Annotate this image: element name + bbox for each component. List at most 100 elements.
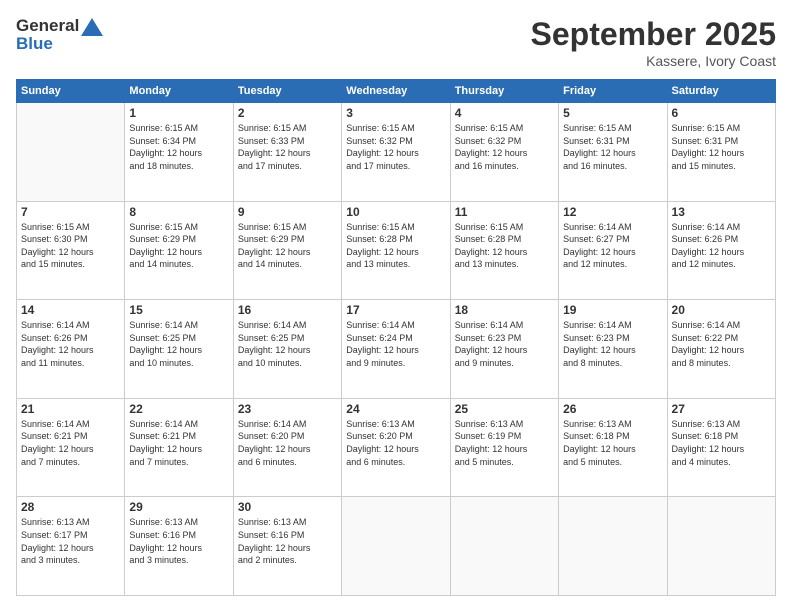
- day-cell: 14 Sunrise: 6:14 AMSunset: 6:26 PMDayligh…: [17, 300, 125, 399]
- day-cell: 30 Sunrise: 6:13 AMSunset: 6:16 PMDayligh…: [233, 497, 341, 596]
- weekday-header-monday: Monday: [125, 80, 233, 103]
- day-number: 18: [455, 303, 554, 317]
- weekday-header-thursday: Thursday: [450, 80, 558, 103]
- day-info: Sunrise: 6:15 AMSunset: 6:31 PMDaylight:…: [563, 122, 662, 172]
- day-cell: 16 Sunrise: 6:14 AMSunset: 6:25 PMDayligh…: [233, 300, 341, 399]
- day-number: 5: [563, 106, 662, 120]
- day-cell: 10 Sunrise: 6:15 AMSunset: 6:28 PMDayligh…: [342, 201, 450, 300]
- day-cell: 11 Sunrise: 6:15 AMSunset: 6:28 PMDayligh…: [450, 201, 558, 300]
- day-number: 11: [455, 205, 554, 219]
- day-number: 15: [129, 303, 228, 317]
- day-info: Sunrise: 6:14 AMSunset: 6:22 PMDaylight:…: [672, 319, 771, 369]
- weekday-header-saturday: Saturday: [667, 80, 775, 103]
- day-number: 27: [672, 402, 771, 416]
- day-cell: 25Sunrise: 6:13 AMSunset: 6:19 PMDayligh…: [450, 398, 558, 497]
- day-info: Sunrise: 6:14 AMSunset: 6:26 PMDaylight:…: [21, 319, 120, 369]
- day-number: 22: [129, 402, 228, 416]
- day-info: Sunrise: 6:15 AMSunset: 6:28 PMDaylight:…: [455, 221, 554, 271]
- day-number: 16: [238, 303, 337, 317]
- day-info: Sunrise: 6:13 AMSunset: 6:20 PMDaylight:…: [346, 418, 445, 468]
- logo-icon: [81, 18, 103, 36]
- calendar-body: 1 Sunrise: 6:15 AMSunset: 6:34 PMDaylight…: [17, 103, 776, 596]
- day-cell: 7Sunrise: 6:15 AMSunset: 6:30 PMDaylight…: [17, 201, 125, 300]
- day-cell: 17 Sunrise: 6:14 AMSunset: 6:24 PMDayligh…: [342, 300, 450, 399]
- month-title: September 2025: [531, 16, 776, 53]
- day-number: 24: [346, 402, 445, 416]
- day-cell: 21 Sunrise: 6:14 AMSunset: 6:21 PMDayligh…: [17, 398, 125, 497]
- day-info: Sunrise: 6:14 AMSunset: 6:21 PMDaylight:…: [21, 418, 120, 468]
- day-info: Sunrise: 6:15 AMSunset: 6:28 PMDaylight:…: [346, 221, 445, 271]
- day-cell: 12Sunrise: 6:14 AMSunset: 6:27 PMDayligh…: [559, 201, 667, 300]
- day-info: Sunrise: 6:13 AMSunset: 6:18 PMDaylight:…: [563, 418, 662, 468]
- day-cell: 1 Sunrise: 6:15 AMSunset: 6:34 PMDaylight…: [125, 103, 233, 202]
- day-number: 3: [346, 106, 445, 120]
- day-number: 4: [455, 106, 554, 120]
- day-number: 8: [129, 205, 228, 219]
- week-row-0: 1 Sunrise: 6:15 AMSunset: 6:34 PMDaylight…: [17, 103, 776, 202]
- day-cell: [559, 497, 667, 596]
- logo: General Blue: [16, 16, 103, 54]
- location: Kassere, Ivory Coast: [531, 53, 776, 69]
- day-cell: 27 Sunrise: 6:13 AMSunset: 6:18 PMDayligh…: [667, 398, 775, 497]
- day-info: Sunrise: 6:13 AMSunset: 6:16 PMDaylight:…: [238, 516, 337, 566]
- day-number: 9: [238, 205, 337, 219]
- day-info: Sunrise: 6:15 AMSunset: 6:32 PMDaylight:…: [346, 122, 445, 172]
- page: General Blue September 2025 Kassere, Ivo…: [0, 0, 792, 612]
- week-row-3: 21 Sunrise: 6:14 AMSunset: 6:21 PMDayligh…: [17, 398, 776, 497]
- day-info: Sunrise: 6:14 AMSunset: 6:21 PMDaylight:…: [129, 418, 228, 468]
- day-number: 17: [346, 303, 445, 317]
- day-number: 13: [672, 205, 771, 219]
- day-cell: 29 Sunrise: 6:13 AMSunset: 6:16 PMDayligh…: [125, 497, 233, 596]
- day-cell: 13 Sunrise: 6:14 AMSunset: 6:26 PMDayligh…: [667, 201, 775, 300]
- calendar-table: SundayMondayTuesdayWednesdayThursdayFrid…: [16, 79, 776, 596]
- day-number: 19: [563, 303, 662, 317]
- day-cell: 23Sunrise: 6:14 AMSunset: 6:20 PMDayligh…: [233, 398, 341, 497]
- day-info: Sunrise: 6:13 AMSunset: 6:18 PMDaylight:…: [672, 418, 771, 468]
- day-cell: [342, 497, 450, 596]
- day-number: 21: [21, 402, 120, 416]
- day-info: Sunrise: 6:15 AMSunset: 6:33 PMDaylight:…: [238, 122, 337, 172]
- calendar-header: SundayMondayTuesdayWednesdayThursdayFrid…: [17, 80, 776, 103]
- day-cell: 26 Sunrise: 6:13 AMSunset: 6:18 PMDayligh…: [559, 398, 667, 497]
- day-info: Sunrise: 6:15 AMSunset: 6:29 PMDaylight:…: [238, 221, 337, 271]
- day-number: 20: [672, 303, 771, 317]
- day-info: Sunrise: 6:15 AMSunset: 6:29 PMDaylight:…: [129, 221, 228, 271]
- day-info: Sunrise: 6:13 AMSunset: 6:16 PMDaylight:…: [129, 516, 228, 566]
- day-cell: 20 Sunrise: 6:14 AMSunset: 6:22 PMDayligh…: [667, 300, 775, 399]
- day-cell: 3 Sunrise: 6:15 AMSunset: 6:32 PMDaylight…: [342, 103, 450, 202]
- day-cell: 19 Sunrise: 6:14 AMSunset: 6:23 PMDayligh…: [559, 300, 667, 399]
- weekday-header-sunday: Sunday: [17, 80, 125, 103]
- day-cell: 15 Sunrise: 6:14 AMSunset: 6:25 PMDayligh…: [125, 300, 233, 399]
- day-cell: 8 Sunrise: 6:15 AMSunset: 6:29 PMDaylight…: [125, 201, 233, 300]
- day-info: Sunrise: 6:14 AMSunset: 6:23 PMDaylight:…: [455, 319, 554, 369]
- day-number: 7: [21, 205, 120, 219]
- day-info: Sunrise: 6:13 AMSunset: 6:17 PMDaylight:…: [21, 516, 120, 566]
- week-row-1: 7Sunrise: 6:15 AMSunset: 6:30 PMDaylight…: [17, 201, 776, 300]
- day-number: 1: [129, 106, 228, 120]
- day-cell: 5 Sunrise: 6:15 AMSunset: 6:31 PMDaylight…: [559, 103, 667, 202]
- day-info: Sunrise: 6:14 AMSunset: 6:26 PMDaylight:…: [672, 221, 771, 271]
- day-info: Sunrise: 6:15 AMSunset: 6:31 PMDaylight:…: [672, 122, 771, 172]
- day-number: 10: [346, 205, 445, 219]
- day-info: Sunrise: 6:15 AMSunset: 6:34 PMDaylight:…: [129, 122, 228, 172]
- day-number: 30: [238, 500, 337, 514]
- day-number: 26: [563, 402, 662, 416]
- day-cell: 18 Sunrise: 6:14 AMSunset: 6:23 PMDayligh…: [450, 300, 558, 399]
- week-row-4: 28Sunrise: 6:13 AMSunset: 6:17 PMDayligh…: [17, 497, 776, 596]
- day-number: 29: [129, 500, 228, 514]
- weekday-header-friday: Friday: [559, 80, 667, 103]
- title-block: September 2025 Kassere, Ivory Coast: [531, 16, 776, 69]
- day-number: 14: [21, 303, 120, 317]
- day-info: Sunrise: 6:14 AMSunset: 6:25 PMDaylight:…: [129, 319, 228, 369]
- weekday-row: SundayMondayTuesdayWednesdayThursdayFrid…: [17, 80, 776, 103]
- day-cell: [17, 103, 125, 202]
- day-info: Sunrise: 6:14 AMSunset: 6:25 PMDaylight:…: [238, 319, 337, 369]
- header: General Blue September 2025 Kassere, Ivo…: [16, 16, 776, 69]
- day-info: Sunrise: 6:14 AMSunset: 6:24 PMDaylight:…: [346, 319, 445, 369]
- day-info: Sunrise: 6:15 AMSunset: 6:32 PMDaylight:…: [455, 122, 554, 172]
- week-row-2: 14 Sunrise: 6:14 AMSunset: 6:26 PMDayligh…: [17, 300, 776, 399]
- day-info: Sunrise: 6:14 AMSunset: 6:23 PMDaylight:…: [563, 319, 662, 369]
- day-cell: 24 Sunrise: 6:13 AMSunset: 6:20 PMDayligh…: [342, 398, 450, 497]
- weekday-header-tuesday: Tuesday: [233, 80, 341, 103]
- logo-text: General: [16, 16, 103, 36]
